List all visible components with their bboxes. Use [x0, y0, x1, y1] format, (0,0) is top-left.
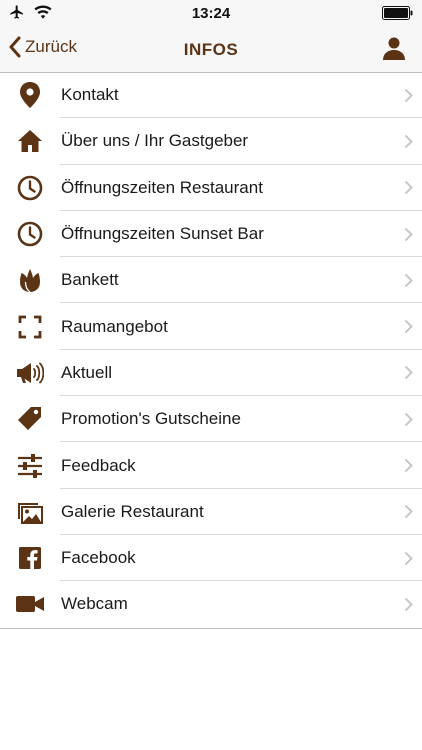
page-title: INFOS: [183, 40, 239, 59]
chevron-right-icon: [394, 227, 422, 242]
menu-item-label: Über uns / Ihr Gastgeber: [61, 131, 249, 151]
menu-item-raumangebot[interactable]: Raumangebot: [0, 303, 422, 351]
home-icon: [0, 129, 60, 153]
menu-item-label: Facebook: [61, 548, 136, 568]
navigation-bar: Zurück INFOS: [0, 26, 422, 73]
menu-item-label: Aktuell: [61, 362, 113, 382]
chevron-right-icon: [394, 180, 422, 195]
menu-item-oeffnungszeiten-restaurant[interactable]: Öffnungszeiten Restaurant: [0, 165, 422, 212]
gallery-icon: [0, 500, 60, 524]
status-bar: 13:24: [0, 0, 422, 26]
sliders-icon: [0, 453, 60, 478]
video-camera-icon: [0, 594, 60, 614]
menu-item-label: Webcam: [61, 594, 128, 614]
menu-item-label: Promotion's Gutscheine: [61, 409, 241, 429]
chevron-right-icon: [394, 365, 422, 380]
menu-item-promotions-gutscheine[interactable]: Promotion's Gutscheine: [0, 396, 422, 443]
chevron-right-icon: [394, 551, 422, 566]
menu-item-webcam[interactable]: Webcam: [0, 581, 422, 627]
menu-item-oeffnungszeiten-sunset-bar[interactable]: Öffnungszeiten Sunset Bar: [0, 211, 422, 258]
status-time: 13:24: [191, 5, 231, 22]
menu-item-label: Galerie Restaurant: [61, 501, 204, 521]
menu-item-label: Öffnungszeiten Sunset Bar: [61, 224, 264, 244]
menu-item-label: Öffnungszeiten Restaurant: [61, 177, 263, 197]
tulip-icon: [0, 267, 60, 293]
clock-icon: [0, 221, 60, 247]
location-pin-icon: [0, 82, 60, 109]
menu-item-feedback[interactable]: Feedback: [0, 442, 422, 489]
profile-button[interactable]: [382, 36, 406, 65]
menu-item-label: Feedback: [61, 455, 136, 475]
menu-item-label: Raumangebot: [61, 316, 168, 336]
frame-corners-icon: [0, 315, 60, 339]
chevron-right-icon: [394, 597, 422, 612]
megaphone-icon: [0, 361, 60, 385]
chevron-right-icon: [394, 504, 422, 519]
facebook-icon: [0, 547, 60, 570]
menu-item-label: Bankett: [61, 270, 119, 290]
chevron-right-icon: [394, 88, 422, 103]
menu-item-facebook[interactable]: Facebook: [0, 535, 422, 582]
menu-item-galerie-restaurant[interactable]: Galerie Restaurant: [0, 489, 422, 536]
menu-item-aktuell[interactable]: Aktuell: [0, 350, 422, 397]
menu-item-ueber-uns[interactable]: Über uns / Ihr Gastgeber: [0, 118, 422, 165]
chevron-right-icon: [394, 458, 422, 473]
chevron-right-icon: [394, 273, 422, 288]
chevron-right-icon: [394, 319, 422, 334]
menu-list: Kontakt Über uns / Ihr Gastgeber Öffnung…: [0, 72, 422, 629]
chevron-right-icon: [394, 134, 422, 149]
menu-item-label: Kontakt: [61, 85, 119, 105]
menu-item-bankett[interactable]: Bankett: [0, 257, 422, 304]
menu-item-kontakt[interactable]: Kontakt: [0, 72, 422, 119]
tag-icon: [0, 406, 60, 432]
chevron-right-icon: [394, 412, 422, 427]
battery-icon: [382, 6, 413, 20]
status-right-icons: [382, 6, 414, 25]
person-icon: [383, 37, 405, 60]
clock-icon: [0, 175, 60, 201]
